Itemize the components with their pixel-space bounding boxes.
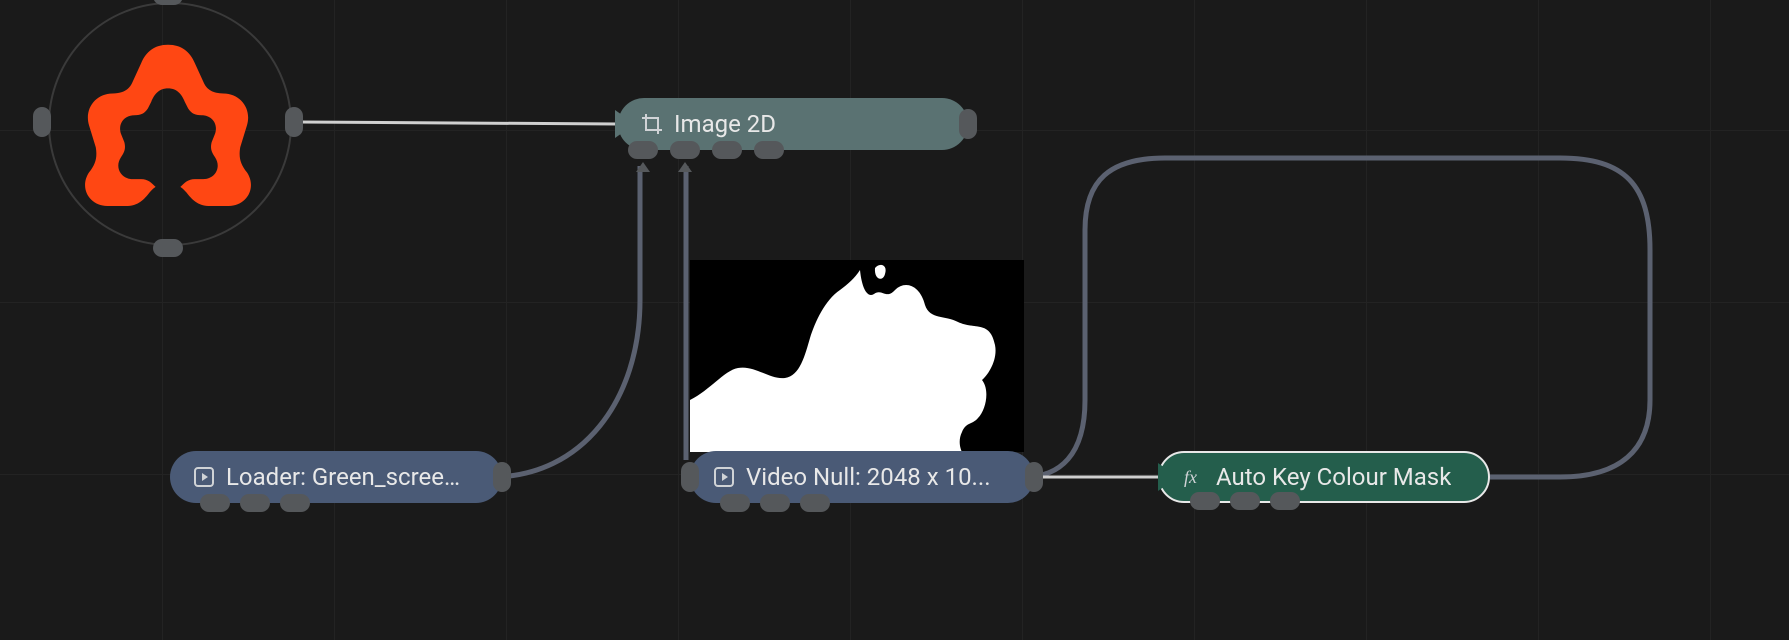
- node-port-left[interactable]: [681, 462, 699, 492]
- node-port-bottom-2[interactable]: [760, 494, 790, 512]
- node-video-null[interactable]: Video Null: 2048 x 10...: [690, 451, 1034, 503]
- node-auto-key-colour-mask[interactable]: fx Auto Key Colour Mask: [1158, 451, 1490, 503]
- node-image-2d[interactable]: Image 2D: [618, 98, 968, 150]
- node-port-bottom-1[interactable]: [720, 494, 750, 512]
- hub-port-right[interactable]: [285, 107, 303, 137]
- node-port-bottom-3[interactable]: [800, 494, 830, 512]
- node-label: Auto Key Colour Mask: [1216, 463, 1451, 491]
- node-port-bottom-3[interactable]: [1270, 492, 1300, 510]
- hub-port-left[interactable]: [33, 107, 51, 137]
- node-port-bottom-1[interactable]: [200, 494, 230, 512]
- node-port-bottom-3[interactable]: [280, 494, 310, 512]
- node-port-bottom-2[interactable]: [1230, 492, 1260, 510]
- node-port-bottom-4[interactable]: [754, 141, 784, 159]
- port-arrow-icon: [636, 162, 650, 172]
- crop-icon: [640, 112, 664, 136]
- node-port-bottom-2[interactable]: [240, 494, 270, 512]
- play-icon: [712, 465, 736, 489]
- port-arrow-icon: [678, 162, 692, 172]
- node-port-right[interactable]: [493, 462, 511, 492]
- node-label: Video Null: 2048 x 10...: [746, 463, 991, 491]
- node-port-bottom-1[interactable]: [1190, 492, 1220, 510]
- app-logo-icon: [84, 38, 252, 206]
- fx-icon: fx: [1182, 465, 1206, 489]
- node-canvas[interactable]: Image 2D Loader: Green_screen ...: [0, 0, 1789, 640]
- node-port-bottom-1[interactable]: [628, 141, 658, 159]
- node-input-arrow: [1158, 463, 1178, 491]
- play-icon: [192, 465, 216, 489]
- node-preview-thumbnail: [690, 260, 1024, 452]
- project-hub-node[interactable]: [34, 0, 302, 256]
- node-port-bottom-2[interactable]: [670, 141, 700, 159]
- node-label: Image 2D: [674, 110, 776, 138]
- node-loader[interactable]: Loader: Green_screen ...: [170, 451, 502, 503]
- node-input-arrow: [615, 110, 635, 138]
- node-port-bottom-3[interactable]: [712, 141, 742, 159]
- svg-text:fx: fx: [1184, 467, 1197, 487]
- node-port-right[interactable]: [959, 109, 977, 139]
- node-port-right[interactable]: [1025, 462, 1043, 492]
- hub-port-bottom[interactable]: [153, 239, 183, 257]
- node-label: Loader: Green_screen ...: [226, 463, 472, 491]
